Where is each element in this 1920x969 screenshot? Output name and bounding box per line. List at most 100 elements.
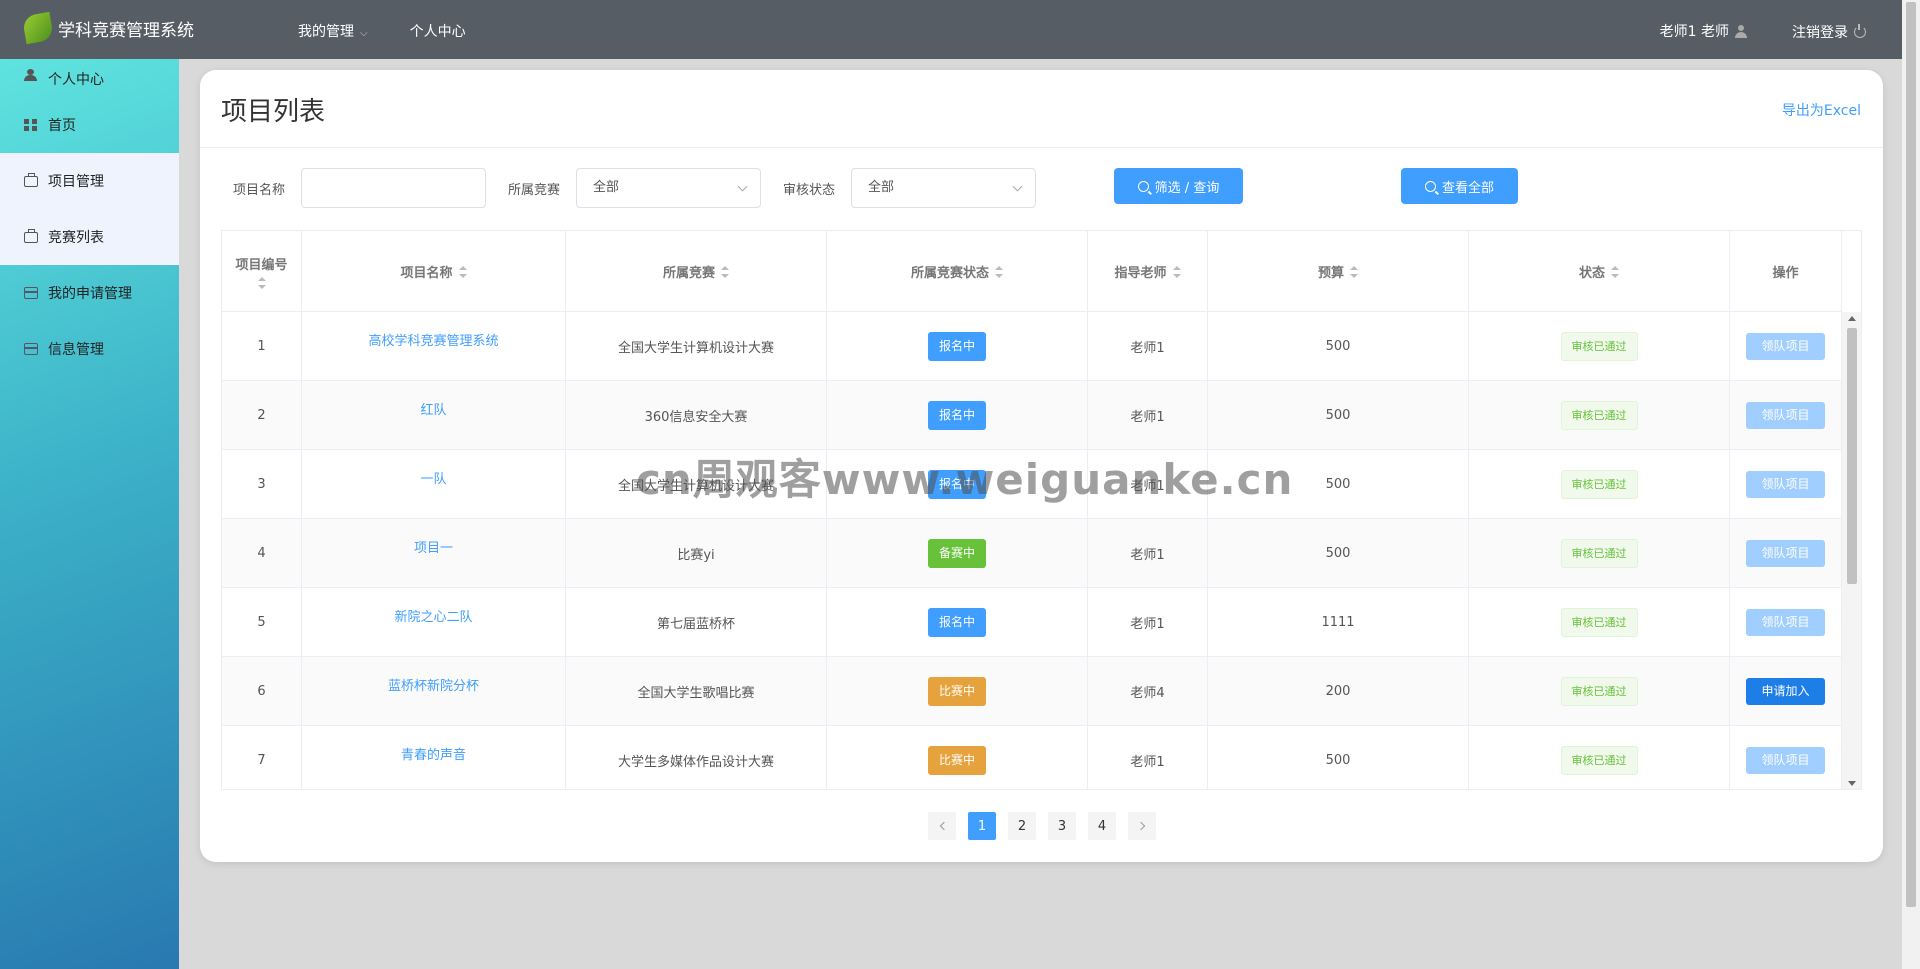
cell-project-id: 2	[257, 407, 266, 423]
th-status[interactable]: 状态	[1469, 231, 1730, 312]
sidebar-item-personal-center[interactable]: 个人中心	[0, 59, 179, 97]
table-row: 6 蓝桥杯新院分杯 全国大学生歌唱比赛 比赛中 老师4 200 审核已通过 申请加入	[222, 657, 1842, 726]
table-cell: 青春的声音	[302, 726, 566, 789]
sidebar-item-project-management[interactable]: 项目管理	[0, 153, 179, 209]
briefcase-icon	[24, 172, 38, 187]
watermark: cn周观客www.weiguanke.cn	[636, 455, 1294, 504]
th-project-name[interactable]: 项目名称	[302, 231, 566, 312]
page-scroll-thumb[interactable]	[1906, 2, 1916, 907]
table-scrollbar[interactable]	[1841, 312, 1861, 789]
sidebar-item-my-applications[interactable]: 我的申请管理	[0, 265, 179, 321]
topnav-personal-center[interactable]: 个人中心	[410, 21, 466, 41]
cell-budget: 500	[1325, 407, 1351, 423]
th-teacher[interactable]: 指导老师	[1088, 231, 1208, 312]
leaf-logo-icon	[21, 11, 55, 45]
table-cell: 老师4	[1088, 657, 1208, 725]
table-cell: 项目一	[302, 519, 566, 587]
table-cell: 500	[1208, 312, 1469, 380]
th-competition-status[interactable]: 所属竞赛状态	[827, 231, 1088, 312]
competition-status-tag: 报名中	[927, 331, 986, 361]
project-name-input[interactable]	[301, 168, 486, 208]
sort-icon	[721, 265, 729, 278]
audit-status-tag: 审核已通过	[1560, 607, 1638, 637]
lead-project-button[interactable]: 领队项目	[1746, 608, 1825, 636]
competition-label: 所属竞赛	[508, 183, 561, 198]
table-cell: 360信息安全大赛	[566, 381, 827, 449]
table-cell: 老师1	[1088, 588, 1208, 656]
lead-project-button[interactable]: 领队项目	[1746, 332, 1825, 360]
card-icon	[24, 287, 38, 299]
table-row: 1 高校学科竞赛管理系统 全国大学生计算机设计大赛 报名中 老师1 500 审核已通过 领队项…	[222, 312, 1842, 381]
table-cell: 老师1	[1088, 519, 1208, 587]
page-scrollbar[interactable]	[1902, 0, 1920, 969]
scroll-thumb[interactable]	[1847, 328, 1857, 584]
cell-budget: 1111	[1321, 614, 1355, 630]
table-cell: 审核已通过	[1469, 312, 1730, 380]
table-cell: 老师1	[1088, 726, 1208, 789]
page-3[interactable]: 3	[1048, 812, 1076, 840]
next-page-button[interactable]	[1128, 812, 1156, 840]
cell-project-id: 4	[257, 545, 266, 561]
page-4[interactable]: 4	[1088, 812, 1116, 840]
user-menu[interactable]: 老师1 老师	[1660, 21, 1747, 41]
cell-project-name-link[interactable]: 新院之心二队	[394, 606, 472, 625]
sort-icon	[995, 265, 1003, 278]
cell-project-id: 5	[257, 614, 266, 630]
th-budget[interactable]: 预算	[1208, 231, 1469, 312]
apply-join-button[interactable]: 申请加入	[1746, 677, 1825, 705]
sidebar-item-info-management[interactable]: 信息管理	[0, 321, 179, 377]
audit-status-tag: 审核已通过	[1560, 331, 1638, 361]
chevron-down-icon: ⌵	[360, 28, 368, 39]
sidebar-item-home[interactable]: 首页	[0, 97, 179, 153]
export-excel-link[interactable]: 导出为Excel	[1782, 100, 1861, 120]
table-cell: 审核已通过	[1469, 657, 1730, 725]
page-2[interactable]: 2	[1008, 812, 1036, 840]
th-project-id[interactable]: 项目编号	[222, 231, 302, 312]
topnav-my-management[interactable]: 我的管理 ⌵	[298, 21, 368, 41]
competition-select[interactable]: 全部	[576, 168, 761, 208]
app-logo[interactable]: 学科竞赛管理系统	[21, 11, 194, 45]
table-cell: 领队项目	[1730, 519, 1842, 587]
cell-project-name-link[interactable]: 项目一	[414, 537, 453, 556]
cell-project-name-link[interactable]: 青春的声音	[401, 744, 466, 763]
scroll-down-icon[interactable]	[1848, 781, 1856, 786]
table-cell: 500	[1208, 726, 1469, 789]
table-cell: 1111	[1208, 588, 1469, 656]
cell-budget: 500	[1325, 752, 1351, 768]
logout-button[interactable]: 注销登录	[1792, 22, 1866, 42]
table-cell: 7	[222, 726, 302, 789]
lead-project-button[interactable]: 领队项目	[1746, 401, 1825, 429]
th-competition[interactable]: 所属竞赛	[566, 231, 827, 312]
audit-status-select[interactable]: 全部	[851, 168, 1036, 208]
filter-search-button[interactable]: 筛选 / 查询	[1114, 168, 1243, 204]
table-cell: 2	[222, 381, 302, 449]
lead-project-button[interactable]: 领队项目	[1746, 539, 1825, 567]
table-cell: 5	[222, 588, 302, 656]
sidebar-item-competition-list[interactable]: 竞赛列表	[0, 209, 179, 265]
cell-teacher: 老师1	[1130, 616, 1165, 632]
table-cell: 200	[1208, 657, 1469, 725]
scroll-up-icon[interactable]	[1848, 316, 1856, 321]
cell-competition: 360信息安全大赛	[644, 409, 748, 425]
table-header: 项目编号 项目名称 所属竞赛 所属竞赛状态 指导老师 预算 状态 操作	[222, 231, 1842, 312]
lead-project-button[interactable]: 领队项目	[1746, 746, 1825, 774]
page-1[interactable]: 1	[968, 812, 996, 840]
chevron-right-icon	[1136, 821, 1145, 831]
view-all-button[interactable]: 查看全部	[1401, 168, 1518, 204]
cell-project-name-link[interactable]: 红队	[420, 399, 446, 418]
table-cell: 比赛中	[827, 657, 1088, 725]
competition-status-tag: 备赛中	[927, 538, 986, 568]
table-cell: 比赛中	[827, 726, 1088, 789]
table-cell: 报名中	[827, 312, 1088, 380]
cell-project-name-link[interactable]: 高校学科竞赛管理系统	[368, 330, 498, 349]
competition-status-tag: 报名中	[927, 400, 986, 430]
table-cell: 领队项目	[1730, 312, 1842, 380]
prev-page-button[interactable]	[928, 812, 956, 840]
table-cell: 6	[222, 657, 302, 725]
sort-icon	[257, 277, 266, 289]
table-cell: 审核已通过	[1469, 450, 1730, 518]
audit-status-tag: 审核已通过	[1560, 400, 1638, 430]
cell-project-name-link[interactable]: 蓝桥杯新院分杯	[388, 675, 479, 694]
cell-project-name-link[interactable]: 一队	[420, 468, 446, 487]
lead-project-button[interactable]: 领队项目	[1746, 470, 1825, 498]
